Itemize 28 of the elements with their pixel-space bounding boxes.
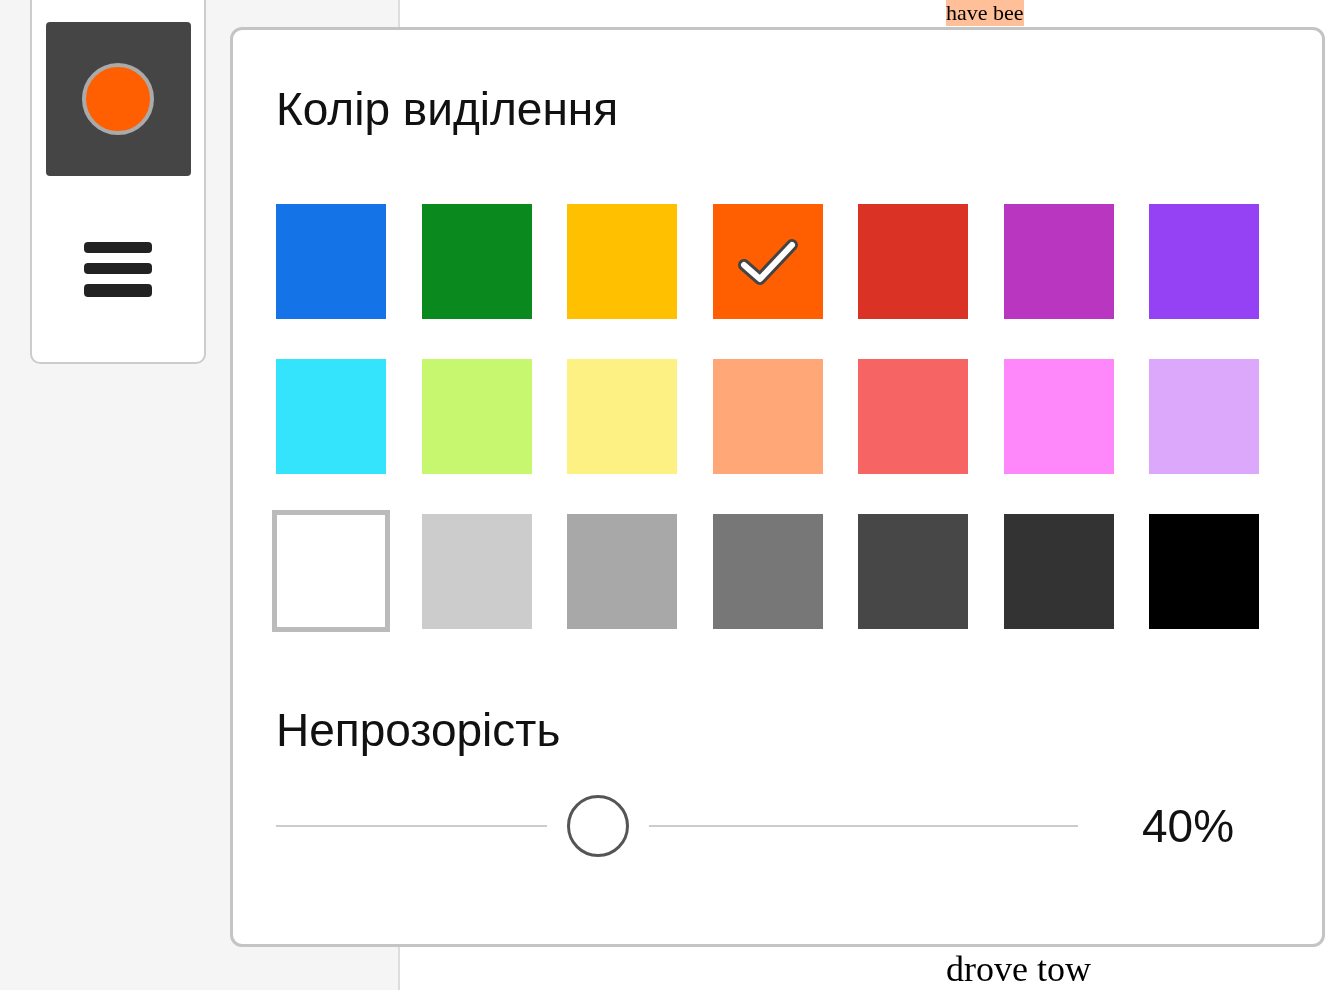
color-swatch[interactable] bbox=[1003, 204, 1114, 319]
color-swatch[interactable] bbox=[858, 359, 968, 474]
opacity-value: 40% bbox=[1142, 799, 1235, 853]
document-text: drove tow bbox=[946, 948, 1091, 990]
color-swatch[interactable] bbox=[567, 204, 677, 319]
color-swatch[interactable] bbox=[421, 359, 532, 474]
color-swatch[interactable] bbox=[858, 514, 968, 629]
color-swatch[interactable] bbox=[1003, 359, 1114, 474]
checkmark-icon bbox=[737, 236, 798, 287]
color-swatch[interactable] bbox=[1003, 514, 1114, 629]
color-swatch[interactable] bbox=[858, 204, 968, 319]
color-swatch[interactable] bbox=[567, 359, 677, 474]
popup-title: Колір виділення bbox=[276, 82, 619, 136]
color-swatch[interactable] bbox=[421, 204, 532, 319]
color-swatch[interactable] bbox=[421, 514, 532, 629]
highlight-color-button[interactable] bbox=[45, 22, 191, 176]
color-swatch[interactable] bbox=[567, 514, 677, 629]
color-swatch[interactable] bbox=[276, 204, 386, 319]
color-swatch[interactable] bbox=[1149, 204, 1259, 319]
color-swatch[interactable] bbox=[1149, 359, 1259, 474]
color-swatch[interactable] bbox=[712, 359, 823, 474]
color-swatch[interactable] bbox=[712, 514, 823, 629]
color-swatch[interactable] bbox=[712, 204, 823, 319]
opacity-label: Непрозорість bbox=[276, 703, 561, 757]
color-swatch[interactable] bbox=[1149, 514, 1259, 629]
document-text: have bee bbox=[946, 0, 1024, 26]
color-swatch[interactable] bbox=[272, 510, 390, 632]
color-swatch[interactable] bbox=[276, 359, 386, 474]
